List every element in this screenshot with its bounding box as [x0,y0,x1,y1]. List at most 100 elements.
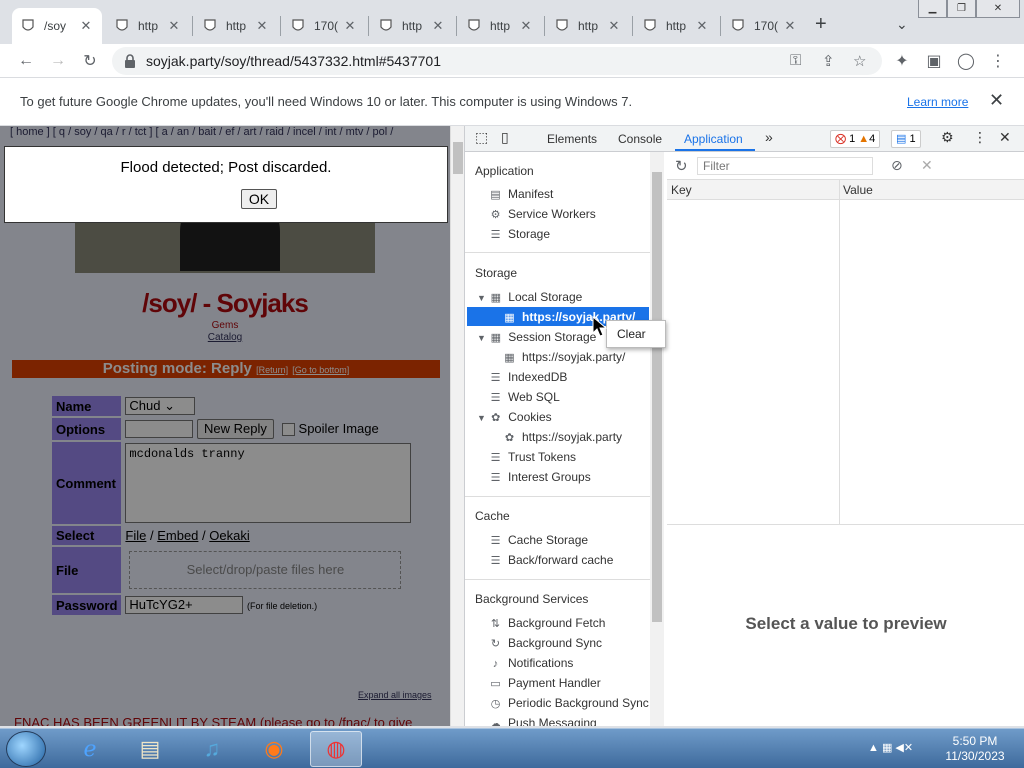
browser-tab[interactable]: http ✕ [194,8,278,44]
inspect-element-icon[interactable]: ⬚ [475,129,488,146]
alert-ok-button[interactable]: OK [241,189,277,209]
share-icon[interactable]: ⇪ [822,52,835,70]
sidebar-item-indexeddb[interactable]: ☰ IndexedDB [489,370,568,384]
sidebar-item-notifications[interactable]: ♪ Notifications [489,656,574,670]
learn-more-link[interactable]: Learn more [907,95,968,109]
bookmark-star-icon[interactable]: ☆ [853,52,866,70]
filter-input[interactable]: Filter [697,157,873,175]
reload-icon[interactable]: ↻ [78,49,102,73]
window-close-button[interactable]: ✕ [976,0,1020,18]
profile-avatar-icon[interactable]: ◯ [954,49,978,73]
devtools-tabbar: ⬚ ▯ Elements Console Application » ⨂ 1 ▲… [465,126,1024,152]
delete-selected-icon[interactable]: ✕ [921,157,933,174]
tab-close-icon[interactable]: ✕ [430,18,446,34]
browser-tab[interactable]: 170( ✕ [282,8,366,44]
settings-gear-icon[interactable]: ⚙ [941,129,954,146]
browser-tab[interactable]: http ✕ [370,8,454,44]
sidebar-item-session-storage[interactable]: ▼ ▦ Session Storage [477,330,596,344]
messages-badge[interactable]: ▤ 1 [891,130,921,148]
tab-close-icon[interactable]: ✕ [518,18,534,34]
sidebar-item-trust-tokens[interactable]: ☰ Trust Tokens [489,450,576,464]
sidebar-item-interest-groups[interactable]: ☰ Interest Groups [489,470,591,484]
tab-search-chevron-icon[interactable]: ⌄ [896,16,908,33]
sidebar-scrollbar[interactable] [650,152,664,726]
tray-arrow-icon[interactable]: ▲ [868,742,879,754]
expand-triangle-icon[interactable]: ▼ [477,413,486,423]
tab-close-icon[interactable]: ✕ [166,18,182,34]
infobar-close-icon[interactable]: ✕ [989,90,1004,111]
sidebar-item-background-sync[interactable]: ↻ Background Sync [489,636,602,650]
tab-close-icon[interactable]: ✕ [342,18,358,34]
tab-separator [456,16,457,36]
page-scrollbar-thumb[interactable] [453,142,463,174]
browser-tab[interactable]: /soy ✕ [12,8,102,44]
firefox-icon[interactable]: ◉ [248,731,300,767]
address-bar[interactable]: soyjak.party/soy/thread/5437332.html#543… [112,47,882,75]
file-explorer-icon[interactable]: ▤ [124,731,176,767]
tab-close-icon[interactable]: ✕ [254,18,270,34]
soyjak-favicon-icon [644,19,656,31]
expand-triangle-icon[interactable]: ▼ [477,333,486,343]
browser-tab[interactable]: http ✕ [634,8,718,44]
more-tabs-chevron-icon[interactable]: » [765,129,773,145]
system-clock[interactable]: 5:50 PM 11/30/2023 [935,734,1015,764]
forward-arrow-icon[interactable]: → [46,49,70,73]
sidebar-item-websql[interactable]: ☰ Web SQL [489,390,560,404]
sidebar-scrollbar-thumb[interactable] [652,172,662,622]
sidebar-item-session-storage-origin[interactable]: ▦ https://soyjak.party/ [503,350,625,364]
new-tab-button[interactable]: + [815,14,827,34]
volume-muted-icon[interactable]: ◀✕ [895,742,913,754]
device-toggle-icon[interactable]: ▯ [501,129,509,146]
browser-tab[interactable]: http ✕ [458,8,542,44]
internet-explorer-icon[interactable]: ℯ [64,731,116,767]
preview-divider[interactable] [667,524,1024,525]
network-icon[interactable]: ▦ [882,742,892,754]
sidebar-item-local-storage[interactable]: ▼ ▦ Local Storage [477,290,582,304]
menu-kebab-icon[interactable]: ⋮ [986,49,1010,73]
sidebar-item-storage[interactable]: ☰ Storage [489,227,550,241]
minimize-button[interactable]: ▁ [918,0,947,18]
sidebar-item-background-fetch[interactable]: ⇅ Background Fetch [489,616,606,630]
refresh-icon[interactable]: ↻ [675,157,688,175]
sidebar-item-manifest[interactable]: ▤ Manifest [489,187,553,201]
sidebar-item-service-workers[interactable]: ⚙ Service Workers [489,207,596,221]
browser-tab[interactable]: http ✕ [546,8,630,44]
extensions-puzzle-icon[interactable]: ✦ [890,49,914,73]
page-scrollbar[interactable] [450,126,464,726]
back-arrow-icon[interactable]: ← [14,49,38,73]
context-menu-clear[interactable]: Clear [617,327,646,341]
sidebar-item-cookies[interactable]: ▼ ✿ Cookies [477,410,552,424]
database-icon: ☰ [490,392,501,404]
expand-triangle-icon[interactable]: ▼ [477,293,486,303]
tab-close-icon[interactable]: ✕ [78,18,94,34]
tab-application[interactable]: Application [684,132,743,146]
error-count: 1 [849,133,856,145]
itunes-icon[interactable]: ♫ [186,731,238,767]
column-value[interactable]: Value [843,183,873,197]
start-button[interactable] [6,731,46,767]
sidebar-item-bfcache[interactable]: ☰ Back/forward cache [489,553,614,567]
sidebar-item-periodic-background-sync[interactable]: ◷ Periodic Background Sync [489,696,649,710]
update-infobar: To get future Google Chrome updates, you… [0,78,1024,126]
tab-close-icon[interactable]: ✕ [694,18,710,34]
tab-elements[interactable]: Elements [547,132,597,146]
key-icon[interactable]: ⚿ [790,52,801,69]
chrome-icon[interactable]: ◍ [310,731,362,767]
issues-badge[interactable]: ⨂ 1 ▲4 [830,130,881,148]
warning-count: 4 [869,133,876,145]
tab-close-icon[interactable]: ✕ [606,18,622,34]
sidebar-item-payment-handler[interactable]: ▭ Payment Handler [489,676,600,690]
sidebar-item-cache-storage[interactable]: ☰ Cache Storage [489,533,589,547]
devtools-close-icon[interactable]: ✕ [999,129,1011,146]
browser-tab[interactable]: 170( ✕ [722,8,806,44]
sidebar-item-cookies-origin[interactable]: ✿ https://soyjak.party [503,430,622,444]
side-panel-icon[interactable]: ▣ [922,49,946,73]
maximize-button[interactable]: ❐ [947,0,976,18]
column-key[interactable]: Key [671,183,692,197]
sidebar-item-push-messaging[interactable]: ☁ Push Messaging [489,716,597,726]
tab-console[interactable]: Console [618,132,662,146]
browser-tab[interactable]: http ✕ [106,8,190,44]
clear-all-icon[interactable]: ⊘ [891,157,903,174]
tab-close-icon[interactable]: ✕ [782,18,798,34]
devtools-menu-icon[interactable]: ⋮ [973,129,987,146]
